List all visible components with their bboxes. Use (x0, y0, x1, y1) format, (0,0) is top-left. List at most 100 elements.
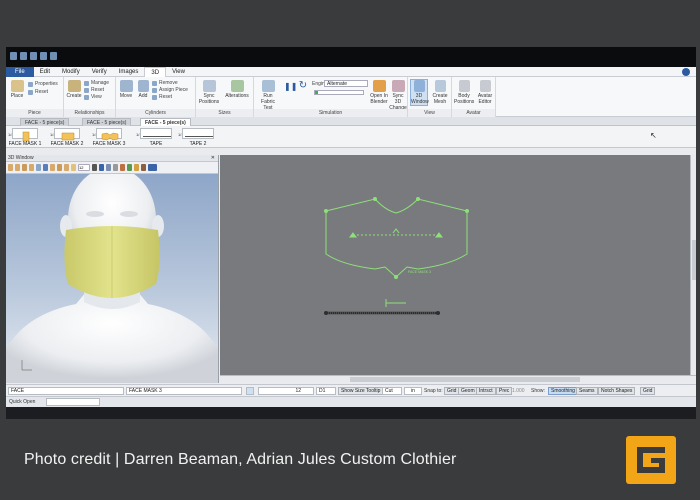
piece-face-mask-1[interactable]: 1/4 FACE MASK 1 (8, 127, 42, 148)
snap-intrsct-button[interactable]: Intrsct (476, 387, 496, 395)
sun-icon[interactable] (134, 164, 139, 171)
assign-piece-button[interactable]: Assign Piece (152, 87, 188, 93)
unit-field[interactable]: in (404, 387, 422, 395)
snap-prec-button[interactable]: Prec (496, 387, 513, 395)
menu-modify[interactable]: Modify (56, 67, 86, 77)
menu-3d[interactable]: 3D (144, 66, 167, 77)
show-grid-button[interactable]: Grid (640, 387, 656, 395)
avatar-editor-button[interactable]: Avatar Editor (475, 80, 495, 105)
prec-value: 1.000 (512, 388, 525, 394)
cylinders-reset-button[interactable]: Reset (152, 94, 172, 100)
3d-window-icon (413, 80, 425, 92)
reset-icon (152, 94, 157, 100)
close-icon[interactable]: ✕ (211, 155, 215, 162)
avatar-model (6, 174, 218, 383)
run-fabric-test-button[interactable]: Run Fabric Test (256, 80, 280, 111)
tab-face-2[interactable]: FACE - 5 piece(s) (82, 118, 132, 126)
fabric-test-icon (261, 80, 275, 92)
piece-face-mask-3[interactable]: 1/4 FACE MASK 3 (92, 127, 126, 148)
ribbon-group-simulation: Run Fabric Test ❚❚ ↻ Engine Alternate Op… (254, 77, 408, 117)
relationships-view-button[interactable]: View (84, 94, 102, 100)
render-icon[interactable] (141, 164, 146, 171)
menu-view[interactable]: View (166, 67, 191, 77)
create-mesh-button[interactable]: Create Mesh (431, 80, 449, 105)
remove-button[interactable]: Remove (152, 80, 178, 86)
show-smoothing-button[interactable]: Smoothing (548, 387, 578, 395)
avatar-tool-icon[interactable] (57, 164, 62, 171)
show-seams-button[interactable]: Seams (576, 387, 598, 395)
avatar-tool-icon[interactable] (8, 164, 13, 171)
snap-geom-button[interactable]: Geom (458, 387, 478, 395)
quick-open-input[interactable] (46, 398, 100, 406)
redo-icon[interactable] (40, 52, 47, 60)
avatar-icon (479, 80, 491, 92)
view-tool-icon[interactable] (43, 164, 48, 171)
move-icon (119, 80, 133, 92)
avatar-tool-icon[interactable] (29, 164, 34, 171)
undo-icon[interactable] (30, 52, 37, 60)
relationships-reset-button[interactable]: Reset (84, 87, 104, 93)
menu-file[interactable]: File (6, 66, 34, 77)
create-button[interactable]: Create (66, 80, 82, 99)
piece-face-mask-2[interactable]: 1/4 FACE MASK 2 (50, 127, 84, 148)
avatar-tool-icon[interactable] (22, 164, 27, 171)
engine-select[interactable]: Alternate (324, 80, 368, 87)
pattern-canvas[interactable]: FACE MASK 3 ↖ (220, 131, 696, 375)
ribbon-group-view: 3D Window Create Mesh View (408, 77, 452, 117)
save-icon[interactable] (20, 52, 27, 60)
cut-field[interactable]: Cut (382, 387, 402, 395)
menu-edit[interactable]: Edit (34, 67, 56, 77)
size-select[interactable]: 12 (78, 164, 90, 171)
tab-face-3[interactable]: FACE - 5 piece(s) (140, 118, 191, 126)
vertical-scrollbar[interactable] (690, 155, 696, 375)
ribbon-group-label: View (408, 109, 451, 117)
show-notch-shapes-button[interactable]: Notch Shapes (598, 387, 636, 395)
avatar-tool-icon[interactable] (64, 164, 69, 171)
camera-icon[interactable] (92, 164, 97, 171)
piece-tape-2[interactable]: 1/1 TAPE 2 (178, 127, 218, 148)
3d-viewport[interactable] (6, 174, 218, 383)
size-select[interactable]: 12 (258, 387, 314, 395)
refresh-icon[interactable]: ↻ (298, 80, 308, 91)
light-icon[interactable] (127, 164, 132, 171)
snowflake-icon[interactable] (106, 164, 111, 171)
help-icon[interactable] (682, 68, 690, 76)
globe-icon[interactable] (99, 164, 104, 171)
view-tool-icon[interactable] (36, 164, 41, 171)
properties-button[interactable]: Properties (28, 81, 58, 87)
open-in-blender-button[interactable]: Open In Blender (370, 80, 388, 105)
alterations-button[interactable]: Alterations (224, 80, 250, 99)
show-size-tooltip-button[interactable]: Show Size Tooltip (338, 387, 384, 395)
avatar-tool-icon[interactable] (50, 164, 55, 171)
tab-face-1[interactable]: FACE - 5 piece(s) (20, 118, 70, 126)
pause-icon[interactable]: ❚❚ (284, 82, 297, 91)
sync-positions-icon (202, 80, 216, 92)
3d-window-button[interactable]: 3D Window (410, 79, 429, 106)
sync-positions-button[interactable]: Sync Positions (198, 80, 220, 105)
3d-window-panel: 3D Window ✕ 12 (6, 155, 219, 383)
menu-verify[interactable]: Verify (86, 67, 113, 77)
ribbon-group-label: Relationships (64, 109, 115, 117)
palette-icon[interactable] (120, 164, 125, 171)
piece-bar: 1/4 FACE MASK 1 1/4 FACE MASK 2 1/4 FACE… (6, 126, 696, 148)
print-icon[interactable] (50, 52, 57, 60)
piece-field[interactable]: FACE MASK 3 (126, 387, 242, 395)
piece-tape[interactable]: 1/1 TAPE (136, 127, 176, 148)
piece-reset-button[interactable]: Reset (28, 89, 48, 95)
menu-icon[interactable] (148, 164, 157, 171)
horizontal-scrollbar[interactable] (220, 375, 696, 382)
avatar-tool-icon[interactable] (71, 164, 76, 171)
add-button[interactable]: Add (136, 80, 150, 99)
avatar-tool-icon[interactable] (15, 164, 20, 171)
texture-icon[interactable] (113, 164, 118, 171)
place-button[interactable]: Place (9, 80, 25, 99)
d1-select[interactable]: D1 (316, 387, 336, 395)
manage-button[interactable]: Manage (84, 80, 109, 86)
body-positions-button[interactable]: Body Positions (454, 80, 474, 105)
style-field[interactable]: FACE (8, 387, 124, 395)
sync-3d-change-button[interactable]: Sync 3D Change (389, 80, 407, 111)
menu-images[interactable]: Images (113, 67, 145, 77)
color-swatch[interactable] (246, 387, 254, 395)
move-button[interactable]: Move (118, 80, 134, 99)
mesh-icon (434, 80, 446, 92)
